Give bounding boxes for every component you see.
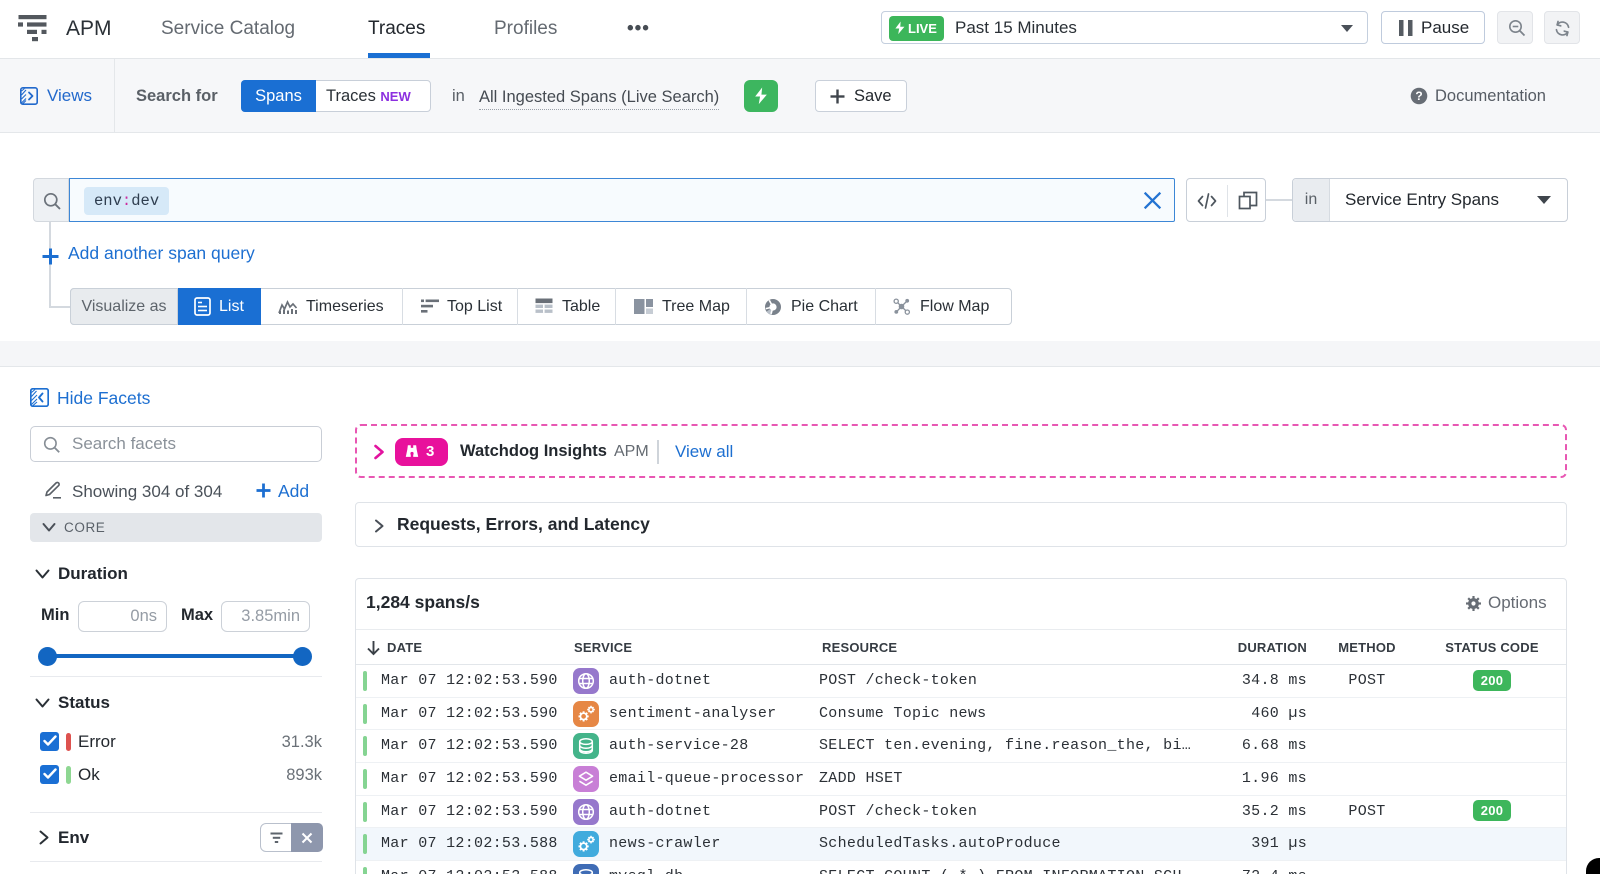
svg-text:?: ? — [1415, 89, 1422, 103]
